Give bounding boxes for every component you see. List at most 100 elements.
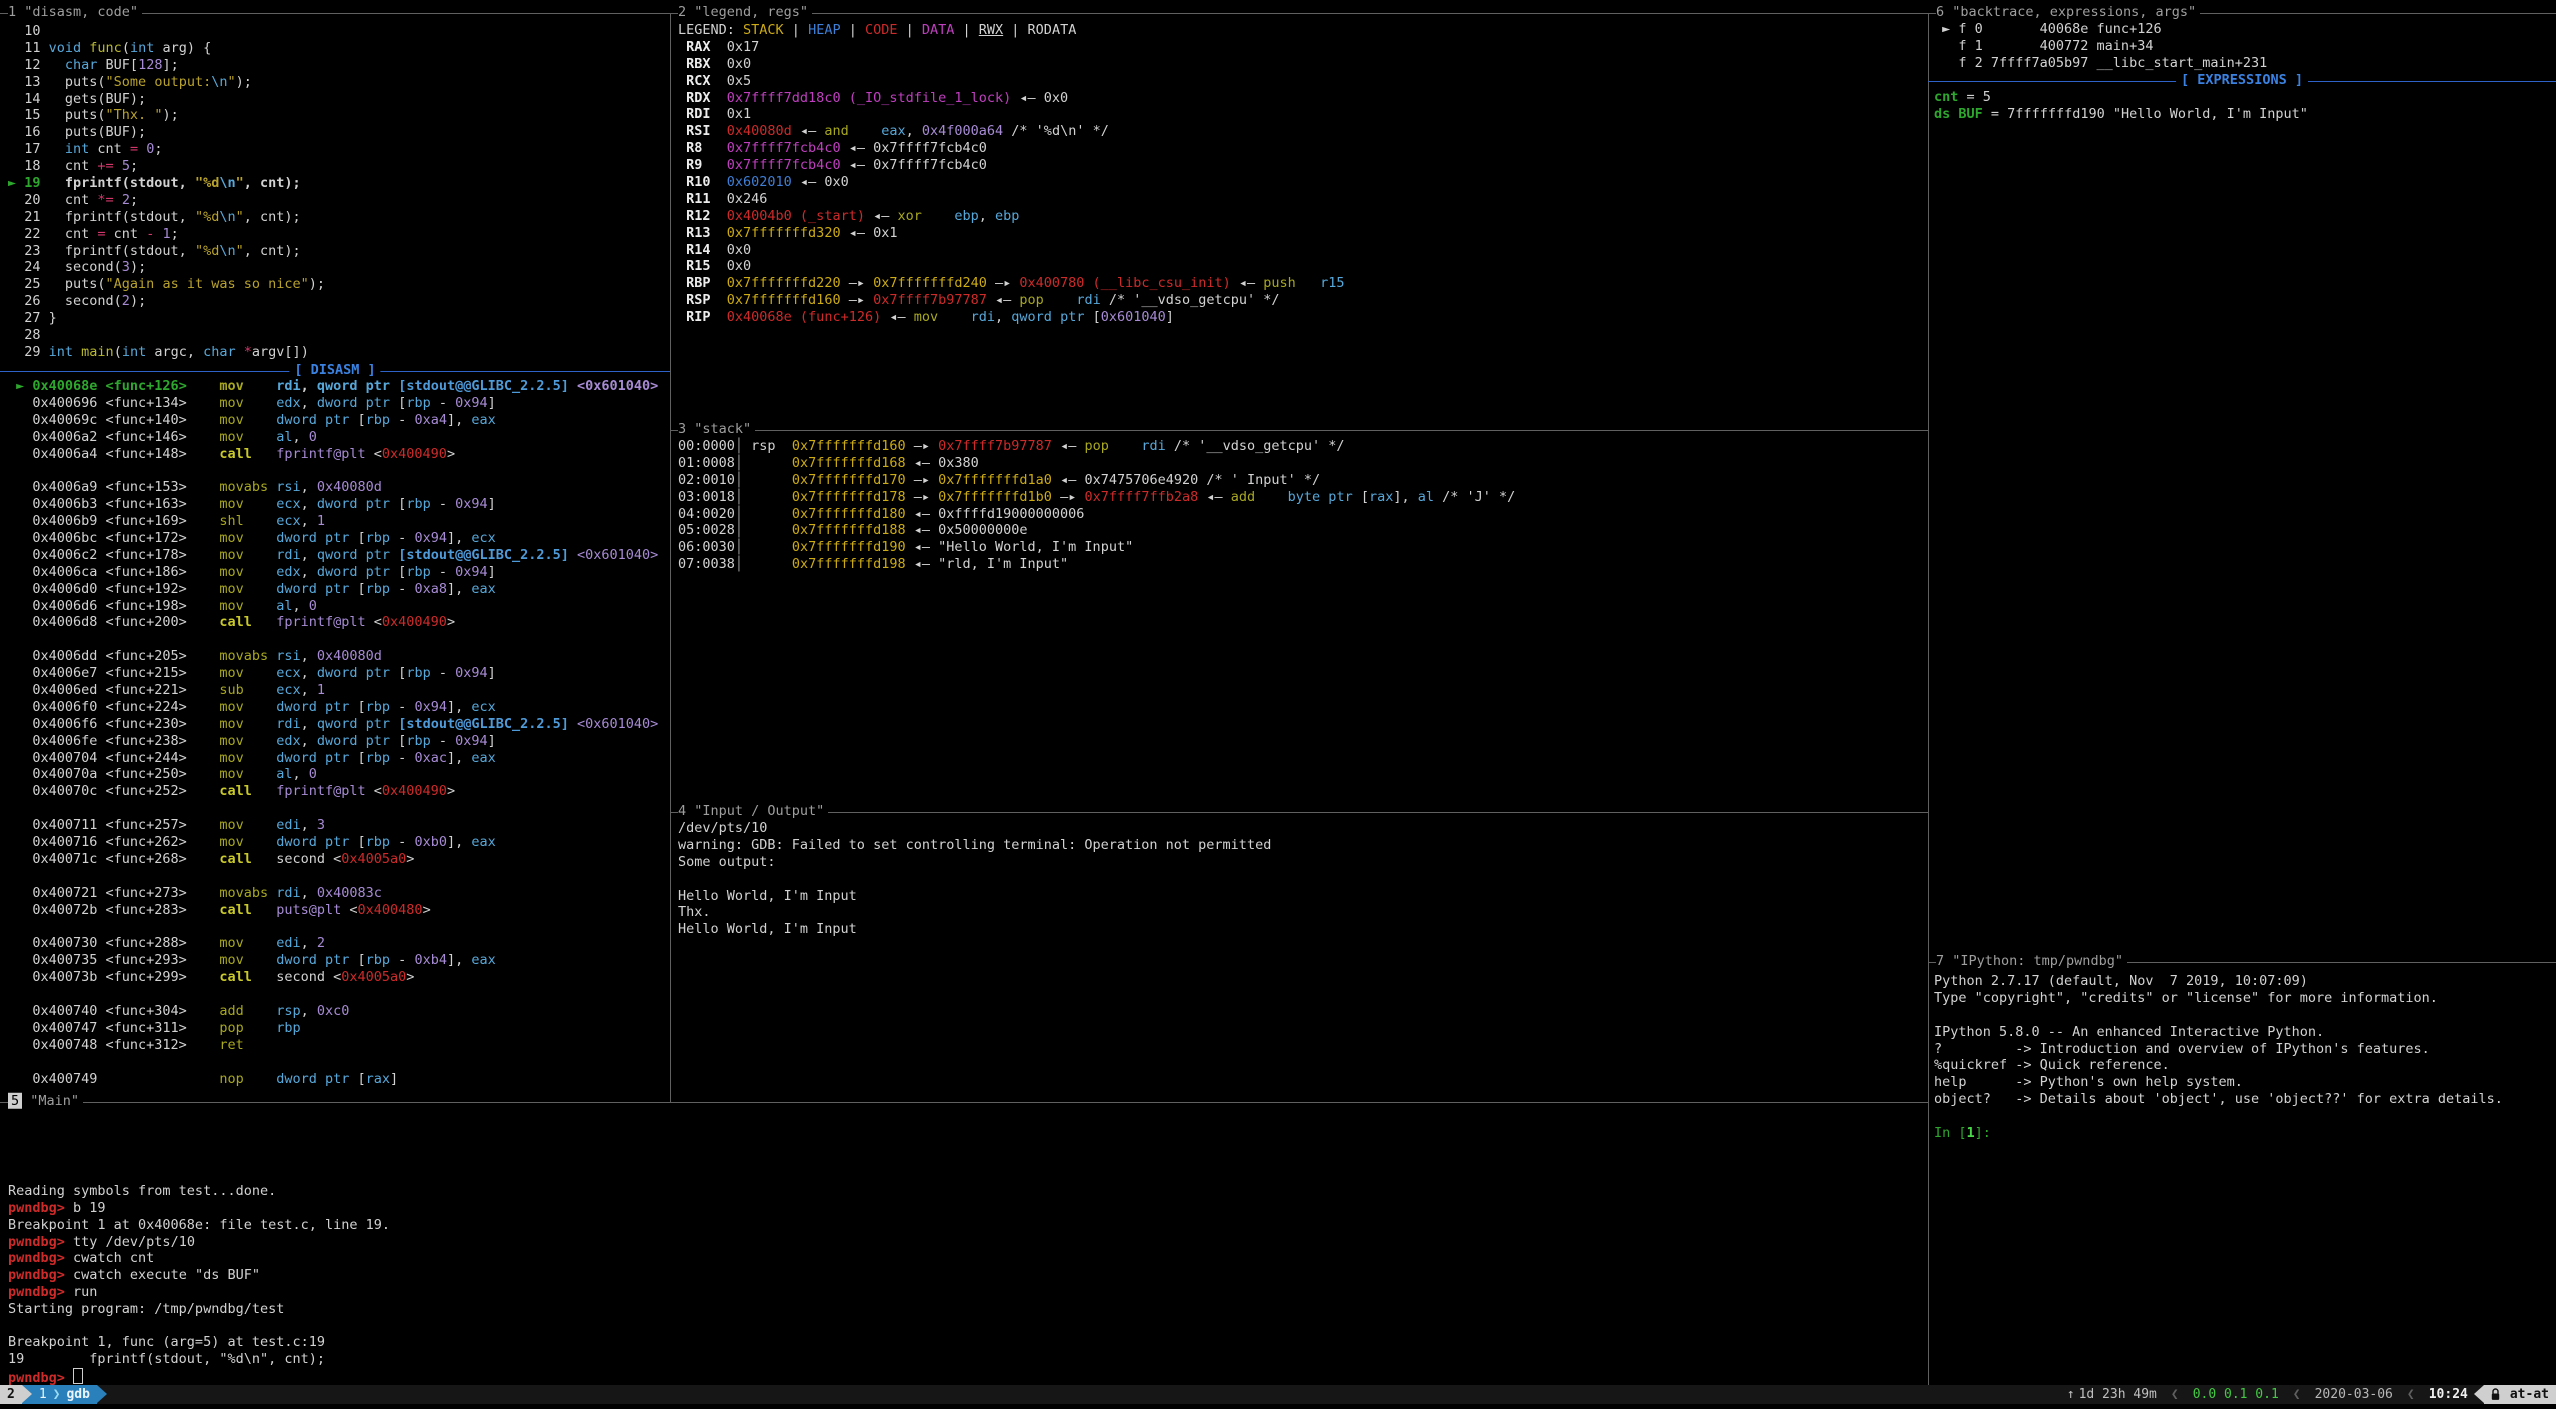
terminal-line: 0x400711 <func+257> mov edi, 3	[8, 817, 658, 834]
terminal-line: In [1]:	[1934, 1125, 2503, 1142]
terminal-line: 10	[8, 23, 325, 40]
chevron-left-icon: ❮	[2163, 1385, 2187, 1404]
terminal-line: Starting program: /tmp/pwndbg/test	[8, 1301, 390, 1318]
terminal-line: Breakpoint 1, func (arg=5) at test.c:19	[8, 1334, 390, 1351]
terminal-line: 0x4006d0 <func+192> mov dword ptr [rbp -…	[8, 581, 658, 598]
pane-divider[interactable]	[670, 13, 671, 1102]
terminal-line	[8, 462, 658, 479]
terminal-line: 12 char BUF[128];	[8, 57, 325, 74]
terminal-line: R14 0x0	[678, 242, 1345, 259]
terminal-line: 0x400749 nop dword ptr [rax]	[8, 1071, 658, 1088]
terminal-line: Reading symbols from test...done.	[8, 1183, 390, 1200]
terminal-line: pwndbg> b 19	[8, 1200, 390, 1217]
terminal-line	[8, 1318, 390, 1335]
pane-title: 2 "legend, regs"	[678, 5, 812, 20]
chevron-left-icon: ❮	[2399, 1385, 2423, 1404]
terminal-line: R13 0x7fffffffd320 ◂— 0x1	[678, 225, 1345, 242]
session-badge[interactable]: 2	[0, 1385, 22, 1404]
terminal-line: 0x400740 <func+304> add rsp, 0xc0	[8, 1003, 658, 1020]
chevron-left-icon: ❮	[2285, 1385, 2309, 1404]
terminal-line	[8, 1054, 658, 1071]
terminal-line: 0x40073b <func+299> call second <0x4005a…	[8, 969, 658, 986]
uptime-text: 1d 23h 49m	[2079, 1385, 2157, 1404]
pane-divider[interactable]	[1928, 13, 1929, 1385]
terminal-line	[8, 800, 658, 817]
terminal-line	[8, 1133, 390, 1150]
terminal-line: 0x4006d8 <func+200> call fprintf@plt <0x…	[8, 614, 658, 631]
terminal-line: %quickref -> Quick reference.	[1934, 1057, 2503, 1074]
pane-title: 5 "Main"	[8, 1094, 83, 1109]
terminal-line: 01:0008│ 0x7fffffffd168 ◂— 0x380	[678, 455, 1515, 472]
terminal-line: 0x40070a <func+250> mov al, 0	[8, 766, 658, 783]
terminal-line: 0x400747 <func+311> pop rbp	[8, 1020, 658, 1037]
terminal-line: 0x4006b3 <func+163> mov ecx, dword ptr […	[8, 496, 658, 513]
terminal-line: Hello World, I'm Input	[678, 921, 1271, 938]
terminal-line: 04:0020│ 0x7fffffffd180 ◂— 0xffffd190000…	[678, 506, 1515, 523]
terminal-line: 0x400716 <func+262> mov dword ptr [rbp -…	[8, 834, 658, 851]
terminal-line: 0x400704 <func+244> mov dword ptr [rbp -…	[8, 750, 658, 767]
terminal-line: 0x4006a4 <func+148> call fprintf@plt <0x…	[8, 446, 658, 463]
terminal-line: RSI 0x40080d ◂— and eax, 0x4f000a64 /* '…	[678, 123, 1345, 140]
terminal-line: 28	[8, 327, 325, 344]
pane-title: 1 "disasm, code"	[8, 5, 142, 20]
terminal-line: Python 2.7.17 (default, Nov 7 2019, 10:0…	[1934, 973, 2503, 990]
terminal-line: 13 puts("Some output:\n");	[8, 74, 325, 91]
terminal-line: RCX 0x5	[678, 73, 1345, 90]
terminal-line: 0x4006a2 <func+146> mov al, 0	[8, 429, 658, 446]
terminal-line: 07:0038│ 0x7fffffffd198 ◂— "rld, I'm Inp…	[678, 556, 1515, 573]
terminal-line: 06:0030│ 0x7fffffffd190 ◂— "Hello World,…	[678, 539, 1515, 556]
terminal-line: RAX 0x17	[678, 39, 1345, 56]
terminal-line: 23 fprintf(stdout, "%d\n", cnt);	[8, 243, 325, 260]
terminal-line: 0x40070c <func+252> call fprintf@plt <0x…	[8, 783, 658, 800]
pane-title: 6 "backtrace, expressions, args"	[1936, 5, 2200, 20]
terminal-line: Type "copyright", "credits" or "license"…	[1934, 990, 2503, 1007]
terminal-line: 18 cnt += 5;	[8, 158, 325, 175]
pane-border	[0, 1102, 1928, 1103]
terminal-line	[8, 919, 658, 936]
terminal-line: 00:0000│ rsp 0x7fffffffd160 —▸ 0x7ffff7b…	[678, 438, 1515, 455]
terminal-line: pwndbg>	[8, 1368, 390, 1385]
terminal-line: 27 }	[8, 310, 325, 327]
terminal-line	[678, 871, 1271, 888]
terminal-line: pwndbg> tty /dev/pts/10	[8, 1234, 390, 1251]
terminal-line: 0x4006a9 <func+153> movabs rsi, 0x40080d	[8, 479, 658, 496]
terminal-line: 11 void func(int arg) {	[8, 40, 325, 57]
terminal-line: 0x40069c <func+140> mov dword ptr [rbp -…	[8, 412, 658, 429]
hostname-badge: at-at	[2484, 1385, 2556, 1404]
terminal-line: 22 cnt = cnt - 1;	[8, 226, 325, 243]
terminal-line	[8, 868, 658, 885]
powerline-arrow-icon	[2474, 1385, 2484, 1403]
powerline-arrow-icon	[97, 1385, 107, 1403]
terminal-line: cnt = 5	[1934, 89, 2308, 106]
terminal-line: 24 second(3);	[8, 259, 325, 276]
terminal-line: R11 0x246	[678, 191, 1345, 208]
terminal-line	[8, 1150, 390, 1167]
terminal-line: RBX 0x0	[678, 56, 1345, 73]
terminal-line: 0x400748 <func+312> ret	[8, 1037, 658, 1054]
terminal-line: 14 gets(BUF);	[8, 91, 325, 108]
terminal-line: f 1 400772 main+34	[1934, 38, 2267, 55]
terminal-line	[1934, 1108, 2503, 1125]
pane-title: 3 "stack"	[678, 422, 755, 437]
terminal-line: 20 cnt *= 2;	[8, 192, 325, 209]
terminal-line: Some output:	[678, 854, 1271, 871]
terminal-line: IPython 5.8.0 -- An enhanced Interactive…	[1934, 1024, 2503, 1041]
lock-icon	[2491, 1388, 2500, 1401]
pane-border	[670, 812, 1928, 813]
terminal-line: 03:0018│ 0x7fffffffd178 —▸ 0x7fffffffd1b…	[678, 489, 1515, 506]
terminal-line: 02:0010│ 0x7fffffffd170 —▸ 0x7fffffffd1a…	[678, 472, 1515, 489]
terminal-line: 0x4006d6 <func+198> mov al, 0	[8, 598, 658, 615]
terminal-line	[1934, 1007, 2503, 1024]
load-average: 0.0 0.1 0.1	[2187, 1385, 2285, 1404]
terminal-line: RBP 0x7fffffffd220 —▸ 0x7fffffffd240 —▸ …	[678, 275, 1345, 292]
terminal-line: 0x4006bc <func+172> mov dword ptr [rbp -…	[8, 530, 658, 547]
window-item-gdb[interactable]: 1 ❯ gdb	[32, 1385, 97, 1404]
terminal-line: 21 fprintf(stdout, "%d\n", cnt);	[8, 209, 325, 226]
terminal-line: Breakpoint 1 at 0x40068e: file test.c, l…	[8, 1217, 390, 1234]
section-separator-label: [ EXPRESSIONS ]	[2176, 72, 2308, 88]
terminal-line: 0x4006f0 <func+224> mov dword ptr [rbp -…	[8, 699, 658, 716]
terminal-line: ► 0x40068e <func+126> mov rdi, qword ptr…	[8, 378, 658, 395]
terminal-line: RSP 0x7fffffffd160 —▸ 0x7ffff7b97787 ◂— …	[678, 292, 1345, 309]
terminal-line: 0x4006f6 <func+230> mov rdi, qword ptr […	[8, 716, 658, 733]
section-separator-label: [ DISASM ]	[289, 362, 380, 378]
